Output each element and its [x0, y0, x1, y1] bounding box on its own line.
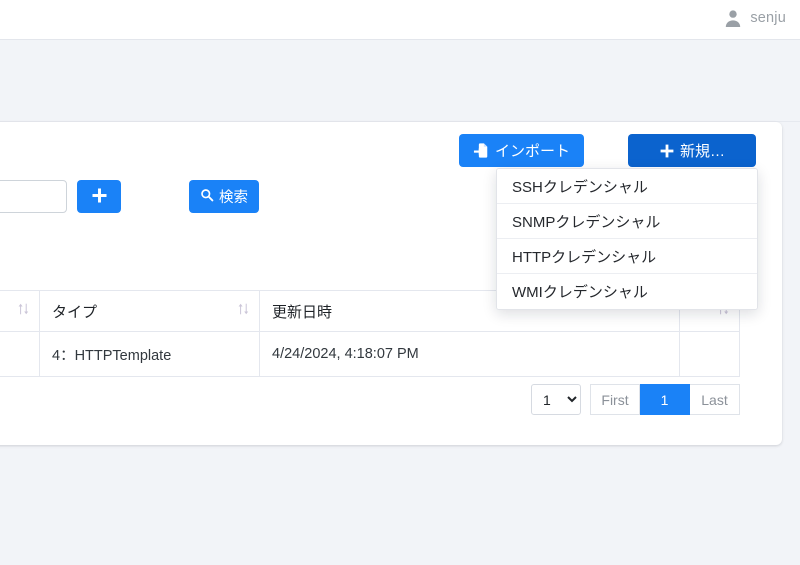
pagination-last-button[interactable]: Last: [690, 384, 740, 415]
plus-icon: [91, 187, 108, 207]
file-import-icon: [473, 142, 490, 159]
search-button-label: 検索: [219, 190, 248, 206]
new-button[interactable]: 新規…: [628, 134, 756, 167]
search-button[interactable]: 検索: [189, 180, 259, 213]
add-button[interactable]: [77, 180, 121, 213]
dropdown-item-snmp[interactable]: SNMPクレデンシャル: [497, 204, 757, 239]
dropdown-item-wmi[interactable]: WMIクレデンシャル: [497, 274, 757, 309]
pagination: 1 First 1 Last: [531, 384, 740, 415]
table-header-cell-0[interactable]: [0, 290, 40, 332]
table-row[interactable]: 4：HTTPTemplate 4/24/2024, 4:18:07 PM: [0, 331, 740, 377]
page-header-band: .: [0, 41, 800, 122]
table-header-label-1: タイプ: [52, 303, 98, 321]
card-action-row: インポート 新規…: [458, 134, 756, 167]
dropdown-item-ssh[interactable]: SSHクレデンシャル: [497, 169, 757, 204]
table-header-cell-1[interactable]: タイプ: [39, 290, 260, 332]
search-input[interactable]: [0, 180, 67, 213]
plus-icon: [659, 143, 675, 159]
new-button-label: 新規…: [679, 143, 725, 160]
pagination-page-1-button[interactable]: 1: [640, 384, 690, 415]
user-menu[interactable]: senju: [723, 8, 786, 28]
import-button[interactable]: インポート: [458, 134, 584, 167]
pagination-first-button[interactable]: First: [590, 384, 640, 415]
user-icon: [723, 8, 743, 28]
sort-updown-icon[interactable]: [17, 302, 30, 321]
table-header-label-2: 更新日時: [272, 303, 333, 321]
sort-updown-icon[interactable]: [237, 302, 250, 321]
user-name-label: senju: [750, 10, 786, 26]
table-cell-3: [679, 331, 740, 377]
table-cell-1: 4：HTTPTemplate: [39, 331, 260, 377]
new-credential-dropdown-menu: SSHクレデンシャル SNMPクレデンシャル HTTPクレデンシャル WMIクレ…: [496, 168, 758, 310]
page-size-select[interactable]: 1: [531, 384, 581, 415]
table-cell-2: 4/24/2024, 4:18:07 PM: [259, 331, 680, 377]
top-bar: senju: [0, 0, 800, 40]
import-button-label: インポート: [494, 143, 570, 160]
magnifier-icon: [200, 188, 214, 206]
dropdown-item-http[interactable]: HTTPクレデンシャル: [497, 239, 757, 274]
table-cell-0: [0, 331, 40, 377]
